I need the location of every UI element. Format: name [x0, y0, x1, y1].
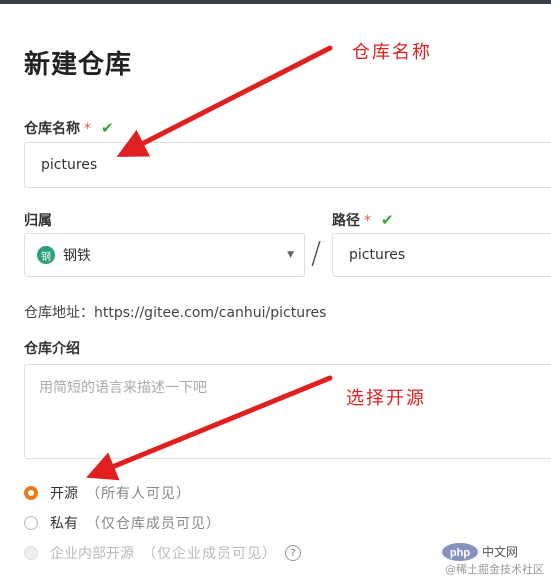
arrow-to-open-source	[86, 375, 333, 481]
annotation-arrows	[86, 45, 333, 481]
watermark-text: @稀土掘金技术社区	[445, 563, 544, 576]
arrow-to-repo-name	[116, 45, 333, 157]
php-logo-text: php	[450, 547, 470, 559]
php-logo-suffix: 中文网	[482, 544, 518, 559]
